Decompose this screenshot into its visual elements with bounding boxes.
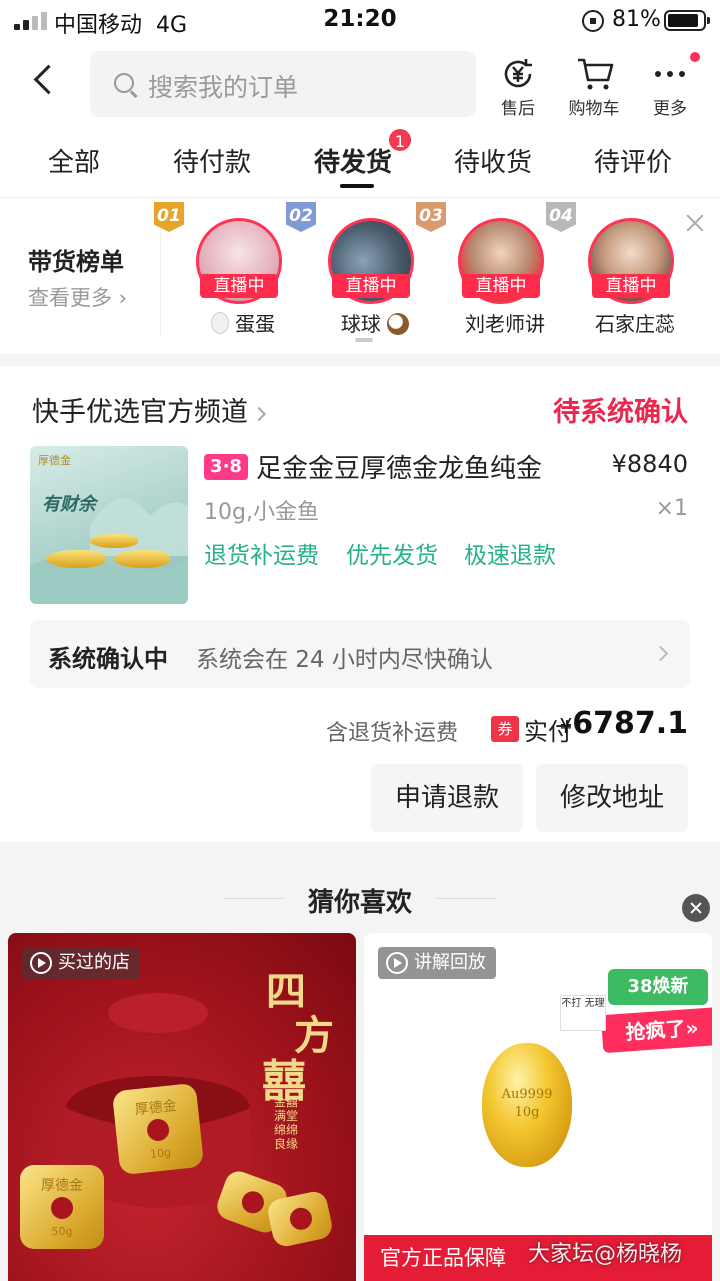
top-bar: 搜索我的订单 售后 购物车 更多 <box>0 44 720 122</box>
tab-all[interactable]: 全部 <box>48 142 100 179</box>
tab-count-badge: 1 <box>387 127 413 153</box>
recommend-title: 猜你喜欢 <box>307 888 412 918</box>
product-spec: 10g,小金鱼 <box>204 500 319 525</box>
after-sale-button[interactable]: 售后 <box>480 54 556 119</box>
tab-pending-receipt[interactable]: 待收货 <box>454 142 532 179</box>
streamer-name: 刘老师讲 <box>465 312 545 336</box>
request-refund-button[interactable]: 申请退款 <box>371 764 523 832</box>
gold-coin-image: 厚德金 10g <box>111 1082 205 1176</box>
order-tabs: 全部 待付款 待发货 待收货 待评价 <box>0 122 720 198</box>
cart-icon <box>578 58 614 90</box>
coupon-icon: 券 <box>491 716 519 742</box>
product-title[interactable]: 足金金豆厚德金龙鱼纯金 <box>256 448 542 485</box>
orientation-lock-icon <box>582 10 604 32</box>
service-tag: 极速退款 <box>464 543 556 569</box>
battery-percent: 81% <box>612 7 661 32</box>
gold-bean-image: Au9999 10g <box>482 1043 572 1167</box>
cart-button[interactable]: 购物车 <box>556 54 632 119</box>
after-sale-label: 售后 <box>501 99 535 119</box>
close-icon[interactable] <box>682 894 710 922</box>
promo-ribbon: 抢疯了» <box>600 1006 712 1054</box>
gold-fish-image <box>46 550 106 568</box>
divider <box>436 898 496 899</box>
after-sale-yuan-icon <box>504 59 532 88</box>
gold-coin-image: 厚德金 50g <box>20 1165 104 1249</box>
live-badge: 直播中 <box>200 274 278 298</box>
play-icon <box>386 952 408 974</box>
gold-fish-image <box>90 534 138 548</box>
confirm-title: 系统确认中 <box>48 645 168 673</box>
more-label: 更多 <box>653 99 687 119</box>
service-tag: 优先发货 <box>346 543 438 569</box>
shop-name[interactable]: 快手优选官方频道 <box>32 390 267 429</box>
streamer-name: 球球 <box>300 308 450 337</box>
gold-fish-image <box>114 550 170 568</box>
more-dots-icon <box>655 71 685 77</box>
chevron-right-icon <box>251 406 267 421</box>
egg-icon <box>210 312 229 334</box>
recommend-section: 猜你喜欢 买过的店 四 方 囍 金囍满堂 绵绵良缘 厚德金 10g 厚德金 50… <box>0 854 720 1281</box>
search-icon <box>114 73 134 93</box>
watermark: 大家坛@杨晓杨 <box>528 1242 683 1267</box>
streamer-name: 石家庄蕊 <box>595 312 675 336</box>
paid-amount: ¥6787.1 <box>559 706 688 741</box>
order-status: 待系统确认 <box>553 397 688 428</box>
more-button[interactable]: 更多 <box>632 52 708 119</box>
battery-icon <box>664 10 710 31</box>
streamer-card[interactable]: 04 直播中 石家庄蕊 <box>546 198 700 354</box>
divider <box>160 218 161 336</box>
search-placeholder: 搜索我的订单 <box>148 73 299 102</box>
chevron-right-icon <box>652 645 669 662</box>
tab-pending-shipment[interactable]: 待发货 <box>314 142 392 179</box>
promo-note: 不打 无理 <box>560 995 606 1031</box>
ranking-title: 带货榜单 <box>28 248 124 276</box>
tab-pending-payment[interactable]: 待付款 <box>173 142 251 179</box>
change-address-button[interactable]: 修改地址 <box>536 764 688 832</box>
search-input[interactable]: 搜索我的订单 <box>90 51 476 117</box>
thumb-scenery <box>30 498 188 604</box>
product-card[interactable]: 讲解回放 38焕新 抢疯了» 不打 无理 Au9999 10g 官方正品保障 <box>364 933 712 1281</box>
coconut-icon <box>387 313 410 335</box>
scroll-indicator <box>355 338 373 342</box>
tab-pending-review[interactable]: 待评价 <box>594 142 672 179</box>
notification-dot <box>690 52 700 62</box>
live-badge: 直播中 <box>462 274 540 298</box>
promo-sticker: 38焕新 抢疯了» <box>600 959 712 1059</box>
live-badge: 直播中 <box>592 274 670 298</box>
ranking-more-link[interactable]: 查看更多 › <box>28 282 127 312</box>
total-note: 含退货补运费 <box>326 721 459 746</box>
live-badge: 直播中 <box>332 274 410 298</box>
product-thumbnail[interactable]: 厚德金 有财余 <box>30 446 188 604</box>
replay-badge: 讲解回放 <box>378 947 496 979</box>
order-card: 快手优选官方频道 待系统确认 厚德金 有财余 3·8 足金金豆厚德金龙鱼纯金 ¥… <box>0 366 720 842</box>
cart-label: 购物车 <box>568 99 620 119</box>
product-card[interactable]: 买过的店 四 方 囍 金囍满堂 绵绵良缘 厚德金 10g 厚德金 50g <box>8 933 356 1281</box>
active-tab-indicator <box>340 184 374 188</box>
product-quantity: ×1 <box>655 496 688 521</box>
promo-38-tag: 3·8 <box>204 454 248 480</box>
promo-gift-box: 38焕新 <box>608 969 708 1005</box>
system-confirm-row[interactable]: 系统确认中 系统会在 24 小时内尽快确认 <box>30 620 690 688</box>
service-tag: 退货补运费 <box>204 543 319 569</box>
product-price: ¥8840 <box>611 450 688 478</box>
status-bar: 中国移动 4G 21:20 81% <box>0 0 720 44</box>
streamer-name: 蛋蛋 <box>168 308 318 337</box>
confirm-desc: 系统会在 24 小时内尽快确认 <box>196 647 493 673</box>
ranking-section: 带货榜单 查看更多 › 01 直播中 蛋蛋 02 直播中 球球 03 直播中 刘… <box>0 198 720 354</box>
back-arrow-icon[interactable] <box>30 64 60 100</box>
rank-badge: 01 <box>154 202 184 232</box>
